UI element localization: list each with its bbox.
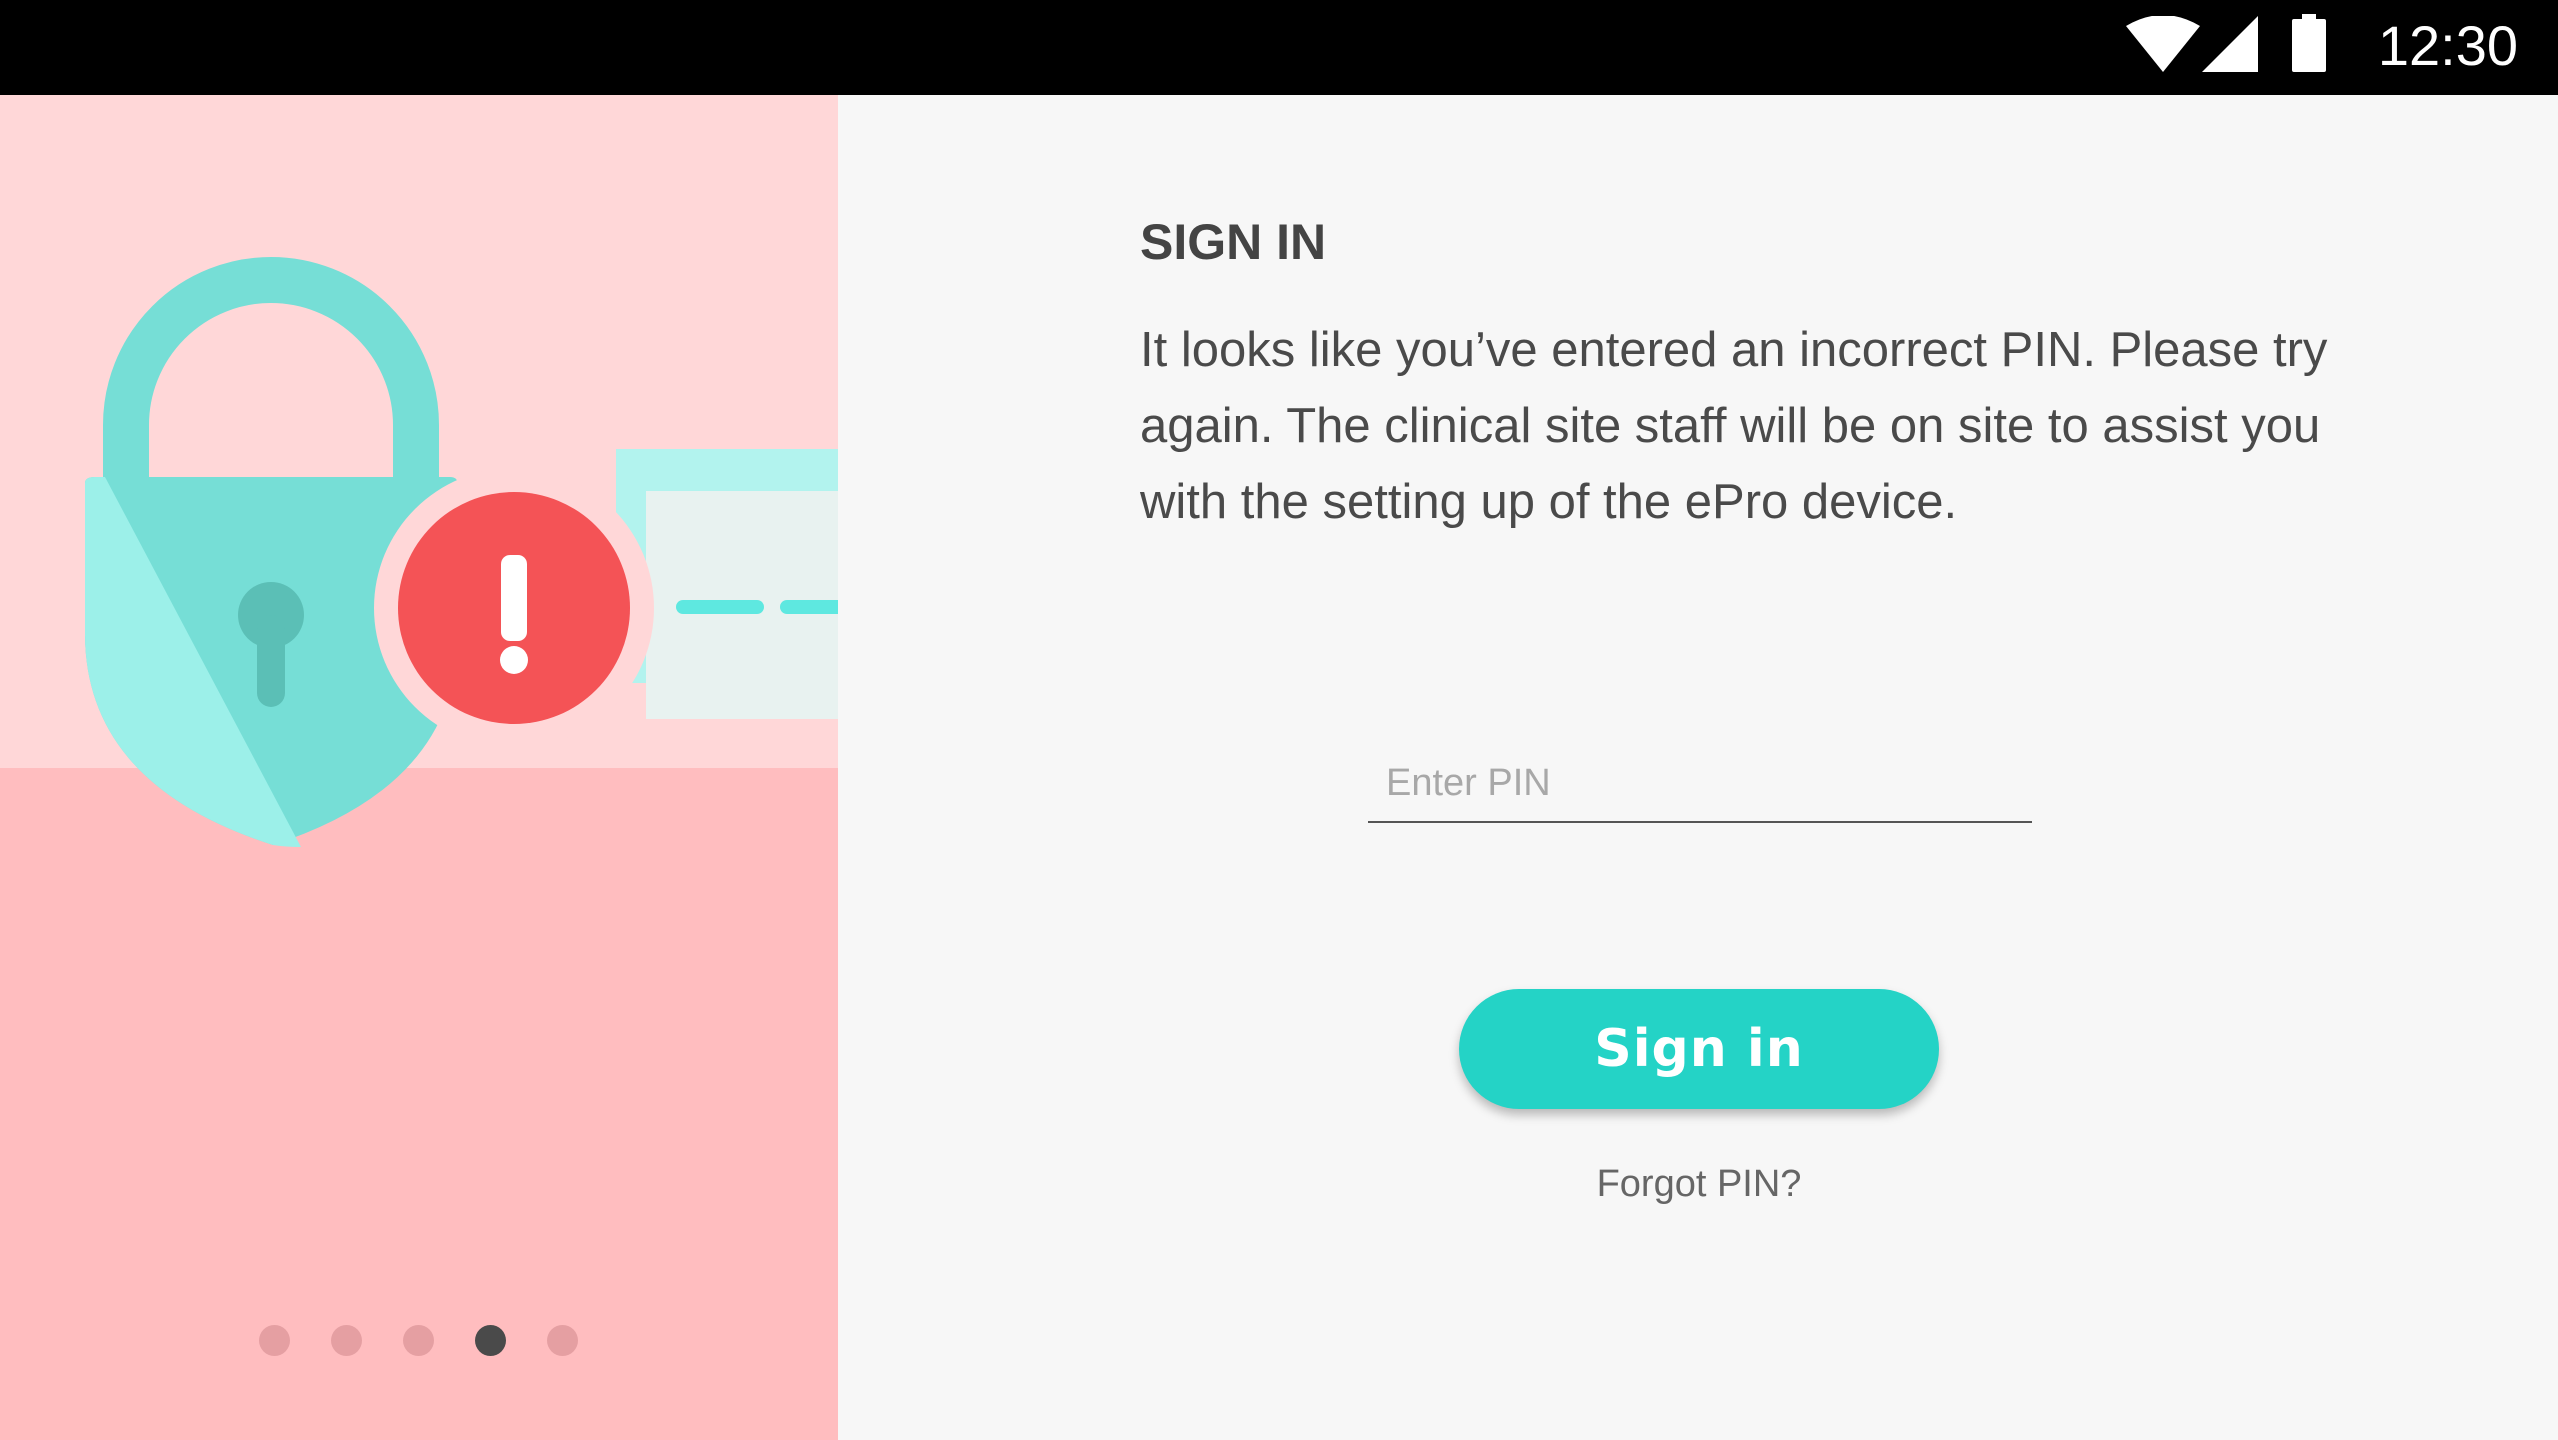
pager-dots (0, 1325, 838, 1357)
locked-pin-illustration (85, 257, 838, 847)
onboarding-illustration-panel (0, 95, 838, 1440)
page-title: SIGN IN (1140, 214, 1327, 270)
error-alert-icon (374, 468, 654, 748)
pin-input[interactable] (1368, 745, 2032, 823)
battery-icon (2292, 14, 2326, 72)
wifi-icon (2126, 16, 2200, 72)
pager-dot-4-active[interactable] (475, 1325, 506, 1356)
sign-in-form-panel: SIGN IN It looks like you’ve entered an … (838, 95, 2558, 1440)
pager-dot-5[interactable] (547, 1325, 578, 1356)
pager-dot-3[interactable] (403, 1325, 434, 1356)
cellular-signal-icon (2202, 16, 2258, 72)
sign-in-button[interactable]: Sign in (1459, 989, 1939, 1109)
status-time: 12:30 (2377, 14, 2518, 77)
pager-dot-2[interactable] (331, 1325, 362, 1356)
incorrect-pin-message: It looks like you’ve entered an incorrec… (1140, 323, 2328, 529)
sign-in-screen: 12:30 SIGN IN It looks like you’ve enter… (0, 0, 2558, 1440)
status-bar: 12:30 (0, 0, 2558, 95)
pager-dot-1[interactable] (259, 1325, 290, 1356)
forgot-pin-link[interactable]: Forgot PIN? (1459, 1163, 1939, 1206)
